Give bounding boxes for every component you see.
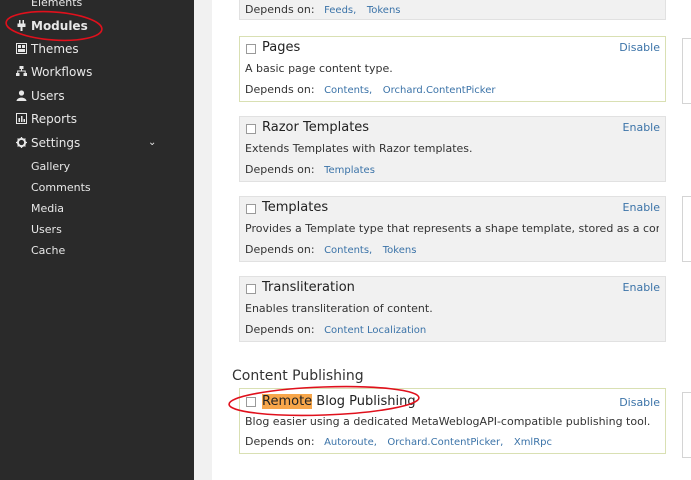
depends-label: Depends on: [245, 435, 315, 448]
module-checkbox[interactable] [246, 44, 256, 54]
depends-label: Depends on: [245, 243, 315, 256]
sidebar-item-users[interactable]: Users [0, 85, 194, 107]
adjacent-card-edge [682, 38, 691, 104]
module-title: Templates [262, 200, 329, 215]
sidebar-item-label: Settings [31, 136, 81, 150]
module-card-transliteration: Transliteration Enable Enables translite… [239, 276, 666, 342]
content-gutter [194, 0, 212, 480]
sidebar-item-workflows[interactable]: Workflows [0, 61, 194, 83]
sidebar-item-label: Users [31, 89, 65, 103]
module-title: Remote Blog Publishing [262, 394, 416, 409]
module-title: Pages [262, 40, 301, 55]
module-description: Blog easier using a dedicated MetaWeblog… [245, 415, 651, 428]
module-dependencies: Depends on: Autoroute, Orchard.ContentPi… [245, 435, 559, 448]
module-card-pages: Pages Disable A basic page content type.… [239, 36, 666, 102]
module-checkbox[interactable] [246, 284, 256, 294]
module-description: Enables transliteration of content. [245, 302, 433, 315]
workflows-icon [16, 66, 27, 76]
sidebar-subitem-comments[interactable]: Comments [31, 179, 91, 197]
enable-link[interactable]: Enable [623, 121, 660, 134]
module-checkbox[interactable] [246, 397, 256, 407]
sidebar-subitem-cache[interactable]: Cache [31, 242, 65, 260]
dependency-link[interactable]: Feeds, [324, 5, 356, 16]
dependency-link[interactable]: Tokens [383, 245, 417, 256]
adjacent-card-edge [682, 392, 691, 458]
module-checkbox[interactable] [246, 124, 256, 134]
user-icon [16, 90, 27, 101]
sidebar-item-label: Reports [31, 112, 78, 126]
gear-icon [16, 137, 27, 148]
dependency-link[interactable]: Contents, [324, 85, 372, 96]
module-description: Extends Templates with Razor templates. [245, 142, 473, 155]
depends-label: Depends on: [245, 323, 315, 336]
reports-icon [16, 113, 27, 124]
module-description: Provides a Template type that represents… [245, 222, 659, 235]
enable-link[interactable]: Enable [623, 201, 660, 214]
search-highlight: Remote [262, 394, 313, 409]
sidebar-subitem-gallery[interactable]: Gallery [31, 158, 70, 176]
sidebar-item-reports[interactable]: Reports [0, 108, 194, 130]
module-description: A basic page content type. [245, 62, 393, 75]
module-title: Transliteration [262, 280, 355, 295]
dependency-link[interactable]: Contents, [324, 245, 372, 256]
sidebar-item-label: Workflows [31, 65, 93, 79]
module-card-razor-templates: Razor Templates Enable Extends Templates… [239, 116, 666, 182]
module-dependencies: Depends on: Contents, Orchard.ContentPic… [245, 83, 503, 96]
enable-link[interactable]: Enable [623, 281, 660, 294]
sidebar-subitem-media[interactable]: Media [31, 200, 64, 218]
depends-label: Depends on: [245, 163, 315, 176]
admin-sidebar: Elements Modules Themes Workflows Users [0, 0, 194, 480]
dependency-link[interactable]: Orchard.ContentPicker, [387, 437, 503, 448]
module-checkbox[interactable] [246, 204, 256, 214]
module-dependencies: Depends on: Feeds, Tokens [245, 3, 408, 16]
sidebar-subitem-users[interactable]: Users [31, 221, 62, 239]
module-title: Razor Templates [262, 120, 370, 135]
module-dependencies: Depends on: Contents, Tokens [245, 243, 423, 256]
sidebar-item-settings[interactable]: Settings ⌄ [0, 132, 194, 154]
module-title-rest: Blog Publishing [312, 394, 416, 409]
dependency-link[interactable]: Tokens [367, 5, 401, 16]
disable-link[interactable]: Disable [619, 396, 660, 409]
section-title: Content Publishing [232, 368, 364, 384]
module-dependencies: Depends on: Templates [245, 163, 382, 176]
module-card-remote-blog-publishing: Remote Blog Publishing Disable Blog easi… [239, 388, 666, 454]
module-card-templates: Templates Enable Provides a Template typ… [239, 196, 666, 262]
depends-label: Depends on: [245, 3, 315, 16]
disable-link[interactable]: Disable [619, 41, 660, 54]
depends-label: Depends on: [245, 83, 315, 96]
module-card-partial: Depends on: Feeds, Tokens [239, 0, 666, 20]
dependency-link[interactable]: Content Localization [324, 325, 426, 336]
dependency-link[interactable]: Templates [324, 165, 375, 176]
module-dependencies: Depends on: Content Localization [245, 323, 433, 336]
annotation-circle [5, 10, 103, 42]
dependency-link[interactable]: Autoroute, [324, 437, 377, 448]
chevron-down-icon[interactable]: ⌄ [148, 132, 156, 154]
dependency-link[interactable]: Orchard.ContentPicker [383, 85, 496, 96]
dependency-link[interactable]: XmlRpc [514, 437, 552, 448]
adjacent-card-edge [682, 196, 691, 262]
